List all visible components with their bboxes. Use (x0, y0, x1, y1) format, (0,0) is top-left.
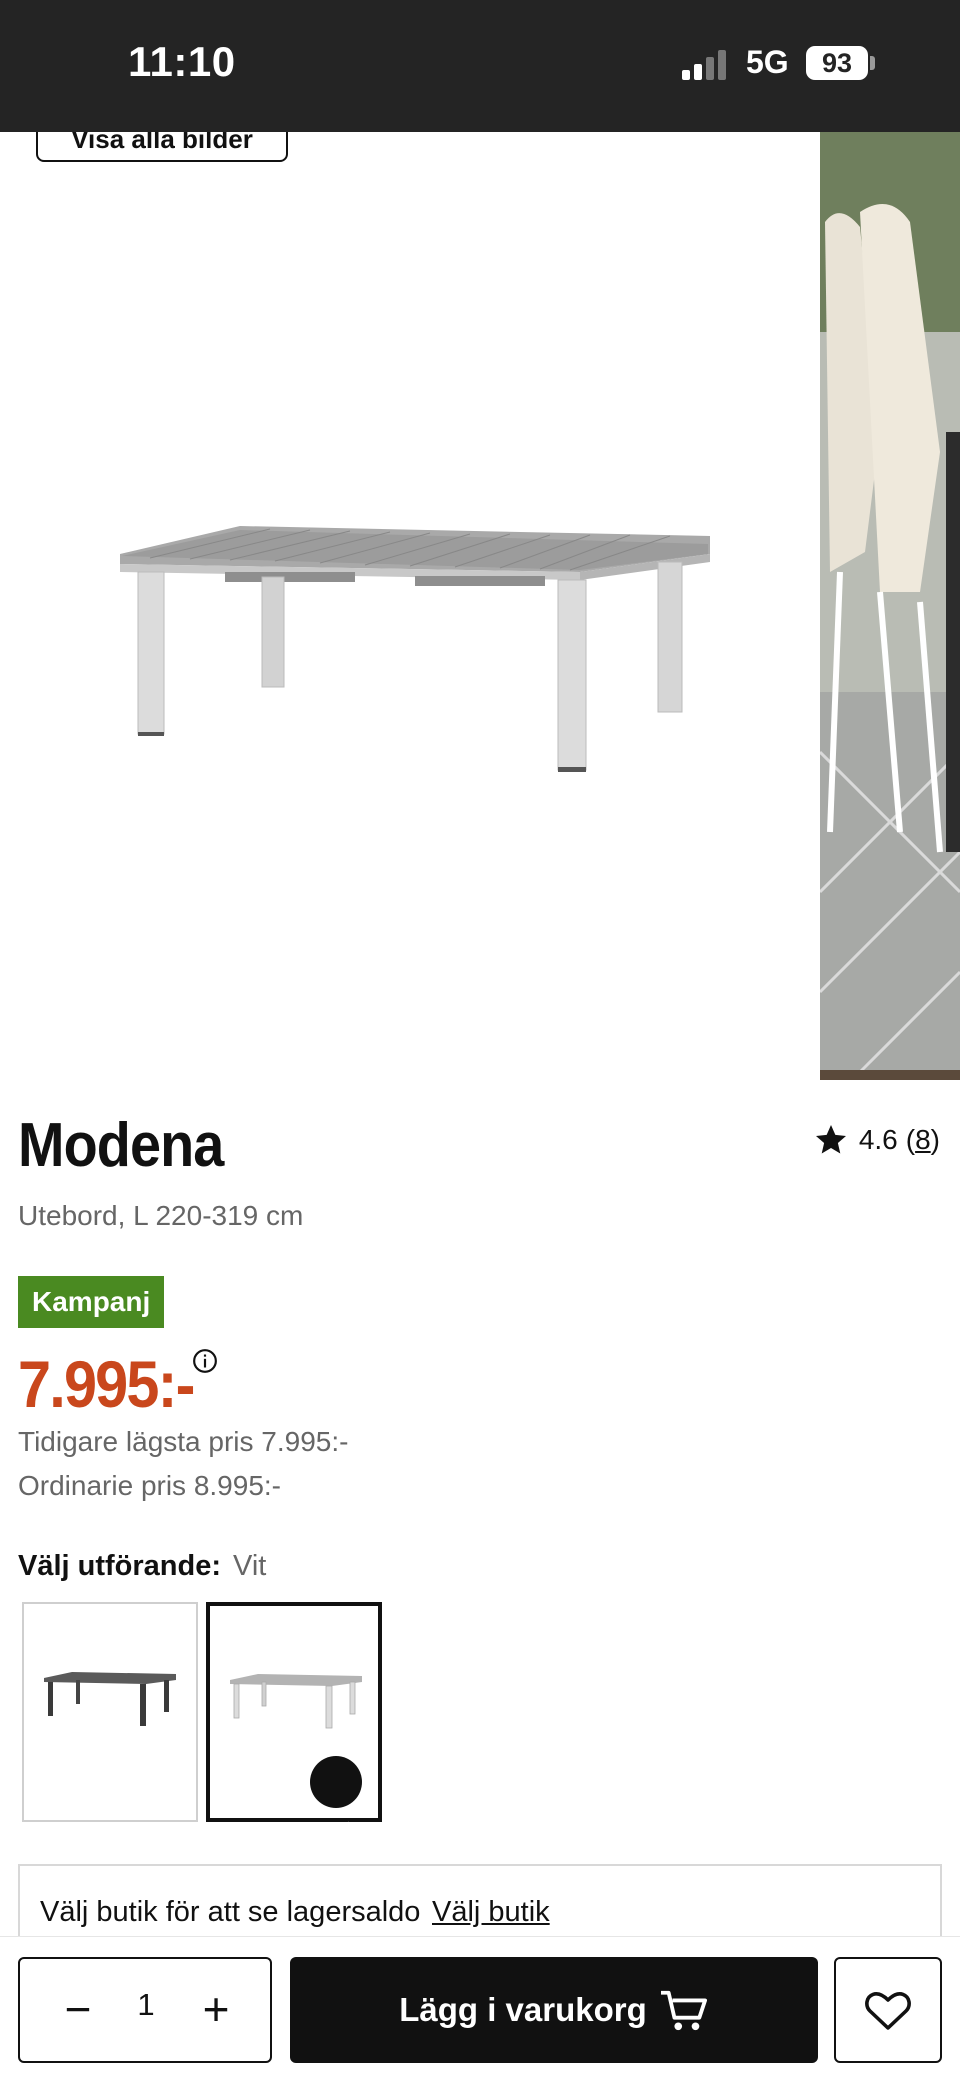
product-title: Modena (18, 1111, 224, 1180)
dark-table-thumbnail (44, 1672, 176, 1726)
rating-count-link[interactable]: 8 (915, 1124, 931, 1156)
status-bar: 11:10 5G 93 (0, 0, 960, 132)
rating-value: 4.6 (858, 1124, 898, 1155)
sticky-cart-bar: − 1 + Lägg i varukorg (0, 1936, 960, 2081)
quantity-stepper: − 1 + (18, 1957, 272, 2063)
info-icon[interactable] (192, 1348, 218, 1374)
ordinary-price: Ordinarie pris 8.995:- (18, 1470, 282, 1501)
favorite-button[interactable] (834, 1957, 942, 2063)
variant-swatch-white[interactable] (206, 1602, 382, 1838)
store-availability-text: Välj butik för att se lagersaldo (40, 1896, 421, 1928)
add-to-cart-button[interactable]: Lägg i varukorg (290, 1957, 818, 2063)
white-table-thumbnail (230, 1674, 362, 1729)
heart-icon (865, 1992, 911, 2030)
battery-nub (870, 56, 875, 70)
product-main-image[interactable] (110, 422, 730, 862)
product-image-gallery[interactable]: Visa alla bilder (0, 132, 960, 1080)
variant-selected-value: Vit (233, 1550, 267, 1582)
battery-icon: 93 (806, 46, 868, 80)
variant-swatch-dark[interactable] (22, 1602, 198, 1822)
cart-icon (660, 1990, 707, 2031)
product-price: 7.995:- (18, 1347, 195, 1421)
star-icon (815, 1125, 846, 1154)
cell-signal-icon (682, 50, 726, 80)
decrease-quantity-button[interactable]: − (48, 1981, 108, 2041)
rating-paren-close: ) (930, 1124, 940, 1155)
choose-store-link[interactable]: Välj butik (432, 1896, 550, 1929)
campaign-badge: Kampanj (18, 1276, 165, 1328)
increase-quantity-button[interactable]: + (186, 1981, 246, 2041)
product-lifestyle-image[interactable] (820, 132, 960, 1080)
quantity-value[interactable]: 1 (116, 1987, 176, 2023)
previous-lowest-price: Tidigare lägsta pris 7.995:- (18, 1426, 349, 1457)
status-time: 11:10 (128, 38, 236, 85)
rating-paren-open: ( (905, 1124, 916, 1155)
product-subtitle: Utebord, L 220-319 cm (18, 1200, 304, 1231)
product-rating[interactable]: 4.6 (8) (813, 1122, 940, 1158)
selected-check-icon (310, 1756, 362, 1838)
show-all-images-button[interactable]: Visa alla bilder (36, 132, 288, 162)
network-type: 5G (746, 44, 789, 80)
variant-label: Välj utförande: (18, 1550, 222, 1582)
add-to-cart-label: Lägg i varukorg (399, 1991, 647, 2028)
variant-selector-label: Välj utförande: Vit (18, 1550, 266, 1583)
